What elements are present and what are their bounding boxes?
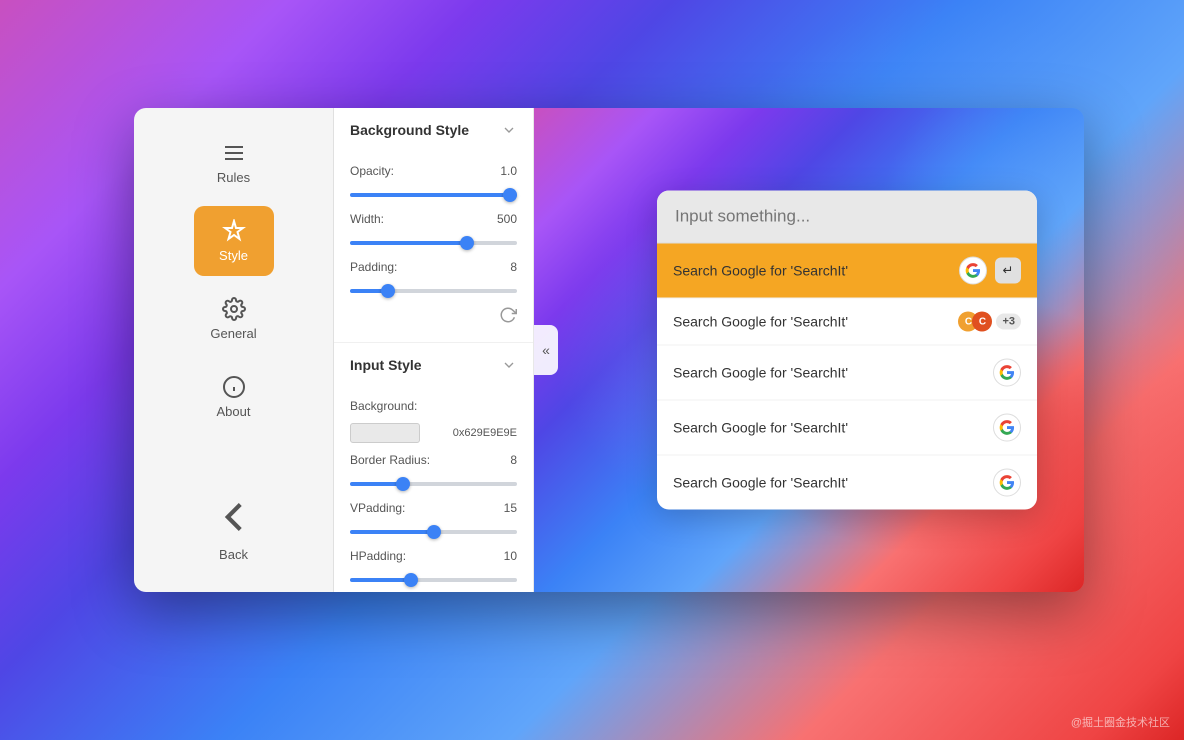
width-value: 500 <box>497 212 517 226</box>
back-icon <box>209 492 259 542</box>
bg-color-row: 0x629E9E9E <box>350 423 517 443</box>
search-result-item-5[interactable]: Search Google for 'SearchIt' <box>657 456 1037 510</box>
search-result-item-3[interactable]: Search Google for 'SearchIt' <box>657 346 1037 401</box>
sidebar-style-label: Style <box>219 248 248 263</box>
cc-circle-2: C <box>972 312 992 332</box>
bg-color-swatch[interactable] <box>350 423 420 443</box>
vpadding-slider[interactable] <box>350 530 517 534</box>
gear-icon <box>222 297 246 321</box>
app-window: Rules Style General About <box>134 108 1084 592</box>
sidebar-item-rules[interactable]: Rules <box>194 128 274 198</box>
refresh-button[interactable] <box>350 302 517 328</box>
width-row: Width: 500 <box>350 212 517 226</box>
settings-panel: Background Style Opacity: 1.0 Width: 500 <box>334 108 534 592</box>
background-style-section: Background Style Opacity: 1.0 Width: 500 <box>334 108 533 343</box>
search-result-item-2[interactable]: Search Google for 'SearchIt' C C +3 <box>657 299 1037 346</box>
list-icon <box>222 141 246 165</box>
bg-color-label: Background: <box>350 399 417 413</box>
result-icons-1: ↵ <box>959 257 1021 285</box>
border-radius-value: 8 <box>510 453 517 467</box>
bg-color-hex: 0x629E9E9E <box>453 427 517 439</box>
sidebar-rules-label: Rules <box>217 170 250 185</box>
search-widget: Search Google for 'SearchIt' ↵ Sea <box>657 191 1037 510</box>
back-label: Back <box>219 547 248 562</box>
refresh-icon <box>499 306 517 324</box>
border-radius-label: Border Radius: <box>350 453 430 467</box>
opacity-value: 1.0 <box>500 164 517 178</box>
cc-icon: C C <box>958 312 992 332</box>
padding-label: Padding: <box>350 260 397 274</box>
background-style-title: Background Style <box>350 122 469 138</box>
bg-color-label-row: Background: <box>350 399 517 413</box>
input-style-content: Background: 0x629E9E9E Border Radius: 8 … <box>334 385 533 592</box>
width-slider[interactable] <box>350 241 517 245</box>
vpadding-slider-container <box>350 521 517 539</box>
collapse-panel-button[interactable]: « <box>534 325 558 375</box>
padding-slider-container <box>350 280 517 298</box>
result-text-1: Search Google for 'SearchIt' <box>673 263 848 279</box>
opacity-label: Opacity: <box>350 164 394 178</box>
chevron-down-icon <box>501 122 517 138</box>
search-result-item-4[interactable]: Search Google for 'SearchIt' <box>657 401 1037 456</box>
chevron-down-icon-2 <box>501 357 517 373</box>
background-style-header[interactable]: Background Style <box>334 108 533 150</box>
preview-area: « Search Google for 'SearchIt' <box>534 108 1084 592</box>
sidebar-item-style[interactable]: Style <box>194 206 274 276</box>
vpadding-value: 15 <box>504 501 517 515</box>
google-icon-4 <box>993 414 1021 442</box>
result-icons-5 <box>993 469 1021 497</box>
result-text-3: Search Google for 'SearchIt' <box>673 365 848 381</box>
sidebar-back-button[interactable]: Back <box>194 492 274 562</box>
chevron-left-icon: « <box>542 342 550 358</box>
google-icon-1 <box>959 257 987 285</box>
width-label: Width: <box>350 212 384 226</box>
search-input[interactable] <box>675 207 1019 227</box>
hpadding-row: HPadding: 10 <box>350 549 517 563</box>
opacity-slider-container <box>350 184 517 202</box>
result-icons-3 <box>993 359 1021 387</box>
google-icon-3 <box>993 359 1021 387</box>
input-style-title: Input Style <box>350 357 422 373</box>
input-style-header[interactable]: Input Style <box>334 343 533 385</box>
result-icons-4 <box>993 414 1021 442</box>
opacity-row: Opacity: 1.0 <box>350 164 517 178</box>
result-icons-2: C C +3 <box>958 312 1021 332</box>
search-input-area <box>657 191 1037 244</box>
hpadding-slider-container <box>350 569 517 587</box>
hpadding-label: HPadding: <box>350 549 406 563</box>
info-icon <box>222 375 246 399</box>
vpadding-row: VPadding: 15 <box>350 501 517 515</box>
sidebar-about-label: About <box>217 404 251 419</box>
sidebar-item-general[interactable]: General <box>194 284 274 354</box>
badge-plus-3: +3 <box>996 314 1021 330</box>
border-radius-slider-container <box>350 473 517 491</box>
sidebar-general-label: General <box>210 326 256 341</box>
sidebar: Rules Style General About <box>134 108 334 592</box>
result-text-5: Search Google for 'SearchIt' <box>673 475 848 491</box>
vpadding-label: VPadding: <box>350 501 405 515</box>
input-style-section: Input Style Background: 0x629E9E9E Borde… <box>334 343 533 592</box>
sidebar-item-about[interactable]: About <box>194 362 274 432</box>
padding-slider[interactable] <box>350 289 517 293</box>
padding-value: 8 <box>510 260 517 274</box>
border-radius-slider[interactable] <box>350 482 517 486</box>
result-text-4: Search Google for 'SearchIt' <box>673 420 848 436</box>
border-radius-row: Border Radius: 8 <box>350 453 517 467</box>
hpadding-slider[interactable] <box>350 578 517 582</box>
result-text-2: Search Google for 'SearchIt' <box>673 314 848 330</box>
opacity-slider[interactable] <box>350 193 517 197</box>
enter-icon: ↵ <box>995 258 1021 284</box>
brush-icon <box>222 219 246 243</box>
background-style-content: Opacity: 1.0 Width: 500 Padding: 8 <box>334 150 533 342</box>
hpadding-value: 10 <box>504 549 517 563</box>
google-icon-5 <box>993 469 1021 497</box>
search-result-item[interactable]: Search Google for 'SearchIt' ↵ <box>657 244 1037 299</box>
padding-row: Padding: 8 <box>350 260 517 274</box>
watermark: @掘土圈金技术社区 <box>1071 714 1170 730</box>
width-slider-container <box>350 232 517 250</box>
